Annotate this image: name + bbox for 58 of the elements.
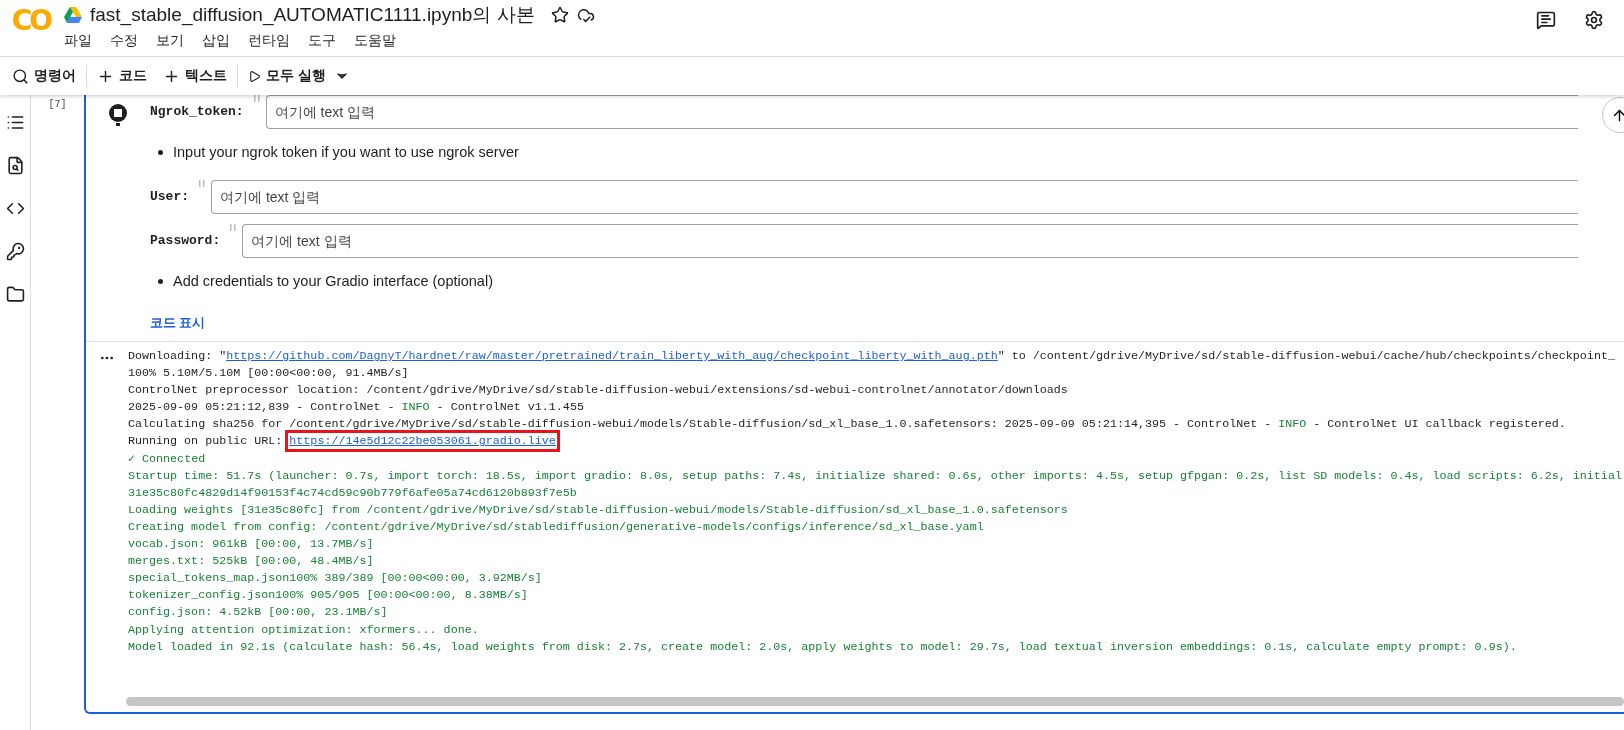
search-icon <box>12 67 29 85</box>
bullet-icon <box>158 149 163 155</box>
toolbar-button[interactable]: 텍스트 <box>155 63 235 89</box>
field-label: Ngrok_token: <box>150 104 244 119</box>
menu-item[interactable]: 수정 <box>110 32 152 50</box>
notebook-title[interactable]: fast_stable_diffusion_AUTOMATIC1111.ipynb의 사본 <box>90 2 535 28</box>
handle-icon <box>199 180 205 188</box>
output-line: Loading weights [31e35c80fc] from /content/gdrive/MyDrive/sd/stable-diffusion-webui/models/Stable-diffusion/sd_xl_base_1.0.safetensors <box>128 501 1069 519</box>
output-line: Model loaded in 92.1s (calculate hash: 56.4s, load weights from disk: 2.7s, create model: 2.0s, apply weights to model: 29.7s, load textual inversion embeddings: 0.1s, calculate empty prompt: 0.9s). <box>128 638 1518 656</box>
menu-item[interactable]: 파일 <box>64 32 106 50</box>
menu-item[interactable]: 도움말 <box>354 32 410 50</box>
output-line: Downloading: "https://github.com/DagnyT/hardnet/raw/master/pretrained/train_liberty_with_aug/checkpoint_liberty_with_aug.pth" to /content/gdrive/MyDrive/sd/stable-diffusion-webui/cache/hub/checkpoints/checkpoint_ <box>128 348 1616 365</box>
list-icon[interactable] <box>5 113 25 132</box>
output-line: Running on public URL: https://14e5d12c22be053061.gradio.live <box>128 433 1624 451</box>
note-text: Add credentials to your Gradio interface (optional) <box>173 273 493 289</box>
output-line: 31e35c80fc4829d14f90153f4c74cd59c90b779f6afe05a74cd6120b893f7e5b <box>128 484 578 502</box>
menu-item[interactable]: 보기 <box>156 32 198 50</box>
cloud-check-icon[interactable] <box>576 6 595 24</box>
handle-icon <box>230 224 237 232</box>
menu-item[interactable]: 런타임 <box>248 32 304 50</box>
key-icon[interactable] <box>5 242 25 261</box>
execution-count: [7] <box>48 99 67 111</box>
file-search-icon[interactable] <box>5 156 25 175</box>
output-line: tokenizer_config.json100% 905/905 [00:00<00:00, 8.38MB/s] <box>128 587 529 605</box>
text-field[interactable]: 여기에 text 입력 <box>242 224 1578 258</box>
settings-icon[interactable] <box>1584 10 1604 30</box>
play-icon <box>248 69 261 83</box>
output-line: 2025-09-09 05:21:12,839 - ControlNet - INFO - ControlNet v1.1.455 <box>128 399 585 417</box>
output-line: special_tokens_map.json100% 389/389 [00:00<00:00, 3.92MB/s] <box>128 570 543 588</box>
menu-item[interactable]: 삽입 <box>202 32 244 50</box>
output-line: Creating model from config: /content/gdrive/MyDrive/sd/stablediffusion/generative-models/configs/inference/sd_xl_base.yaml <box>128 518 985 536</box>
stop-button-icon[interactable] <box>108 103 128 127</box>
text-field[interactable]: 여기에 text 입력 <box>211 180 1578 214</box>
scrollbar[interactable] <box>126 697 1624 706</box>
bullet-icon <box>158 278 163 284</box>
field-label: User: <box>150 189 189 204</box>
show-code-link[interactable]: 코드 표시 <box>150 315 206 332</box>
toolbar-button[interactable]: 명령어 <box>4 63 84 89</box>
output-line: Applying attention optimization: xformers... done. <box>128 621 480 639</box>
menu-item[interactable]: 도구 <box>308 32 350 50</box>
toolbar-button[interactable]: 코드 <box>89 63 155 89</box>
text-field[interactable]: 여기에 text 입력 <box>265 95 1578 129</box>
toolbar-button[interactable]: 모두 실행 <box>240 63 334 89</box>
output-line: merges.txt: 525kB [00:00, 48.4MB/s] <box>128 553 375 571</box>
output-line: Startup time: 51.7s (launcher: 0.7s, import torch: 18.5s, import gradio: 8.0s, setup paths: 7.4s, initialize shared: 0.6s, other imports: 4.5s, setup gfpgan: 0.2s, list SD models: 0.4s, load scripts: 6.2s, initial <box>128 467 1623 485</box>
output-line: config.json: 4.52kB [00:00, 23.1MB/s] <box>128 604 389 622</box>
output-line: vocab.json: 961kB [00:00, 13.7MB/s] <box>128 536 375 554</box>
output-line: 100% 5.10M/5.10M [00:00<00:00, 91.4MB/s] <box>128 365 410 383</box>
output-line: ✓ Connected <box>128 450 207 468</box>
star-icon[interactable] <box>550 6 569 24</box>
folder-icon[interactable] <box>5 285 25 304</box>
handle-icon <box>253 95 260 103</box>
note-text: Input your ngrok token if you want to use ngrok server <box>173 144 519 160</box>
drive-icon <box>64 7 82 23</box>
output-line: Calculating sha256 for /content/gdrive/MyDrive/sd/stable-diffusion-webui/models/Stable-diffusion/sd_xl_base_1.0.safetensors: 2025-09-09 05:21:14,395 - ControlNet - INFO - ControlNet UI callback registered. <box>128 416 1567 434</box>
comment-icon[interactable] <box>1536 10 1556 30</box>
field-label: Password: <box>150 233 221 248</box>
output-line: ControlNet preprocessor location: /content/gdrive/MyDrive/sd/stable-diffusion-webui/extensions/sd-webui-controlnet/annotator/downloads <box>128 382 1069 400</box>
